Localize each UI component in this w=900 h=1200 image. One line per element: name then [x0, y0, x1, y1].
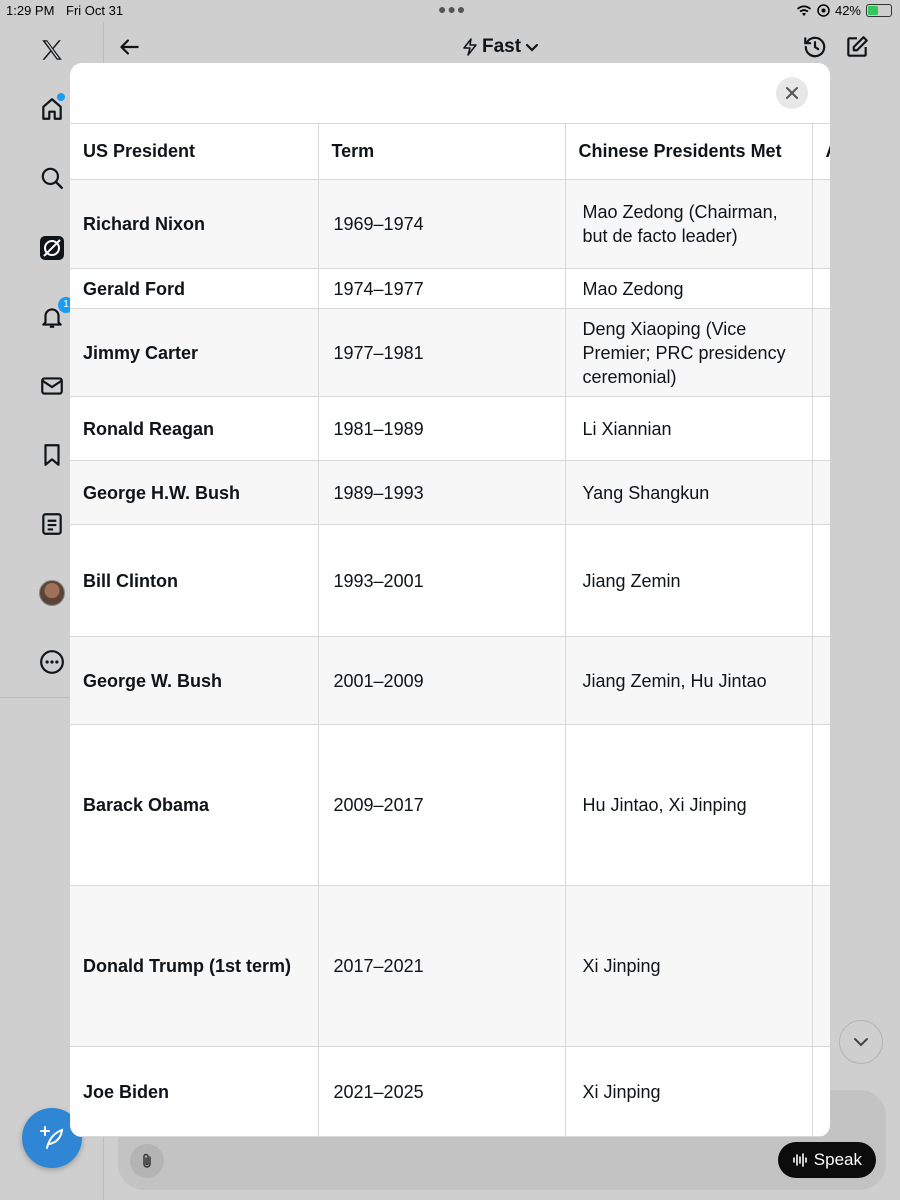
met-cell: Hu Jintao, Xi Jinping	[564, 724, 813, 886]
term-cell: 1974–1977	[317, 268, 566, 309]
extra-cell	[811, 524, 830, 637]
table-header-row: US President Term Chinese Presidents Met…	[70, 123, 830, 180]
more-icon[interactable]	[34, 644, 70, 680]
met-cell: Jiang Zemin	[564, 524, 813, 637]
model-mode-selector[interactable]: Fast	[462, 36, 539, 58]
focus-icon	[817, 4, 830, 17]
scroll-down-button[interactable]	[839, 1020, 883, 1064]
extra-cell	[811, 724, 830, 886]
attach-button[interactable]	[130, 1144, 164, 1178]
status-bar: 1:29 PM Fri Oct 31 ●●● 42%	[0, 0, 900, 22]
extra-cell	[811, 885, 830, 1047]
term-cell: 2017–2021	[317, 885, 566, 1047]
bookmark-icon[interactable]	[34, 437, 70, 473]
met-cell: Mao Zedong (Chairman, but de facto leade…	[564, 179, 813, 269]
profile-avatar[interactable]	[34, 575, 70, 611]
battery-icon	[866, 4, 892, 17]
search-icon[interactable]	[34, 160, 70, 196]
bell-icon[interactable]: 1	[34, 297, 74, 335]
term-cell: 1969–1974	[317, 179, 566, 269]
table-row: Jimmy Carter 1977–1981 Deng Xiaoping (Vi…	[70, 308, 830, 397]
term-cell: 2001–2009	[317, 636, 566, 725]
president-cell: Gerald Ford	[70, 268, 319, 309]
president-cell: Donald Trump (1st term)	[70, 885, 319, 1047]
term-cell: 1993–2001	[317, 524, 566, 637]
list-icon[interactable]	[34, 506, 70, 542]
table-row: George W. Bush 2001–2009 Jiang Zemin, Hu…	[70, 636, 830, 725]
met-cell: Xi Jinping	[564, 885, 813, 1047]
met-cell: Yang Shangkun	[564, 460, 813, 525]
feather-plus-icon	[40, 1126, 64, 1149]
extra-cell	[811, 396, 830, 461]
president-cell: Ronald Reagan	[70, 396, 319, 461]
presidents-table: US President Term Chinese Presidents Met…	[70, 123, 830, 1137]
met-cell: Deng Xiaoping (Vice Premier; PRC preside…	[564, 308, 813, 397]
chevron-down-icon	[854, 1038, 868, 1047]
waveform-icon	[792, 1153, 807, 1167]
table-row: Donald Trump (1st term) 2017–2021 Xi Jin…	[70, 885, 830, 1047]
table-row: Barack Obama 2009–2017 Hu Jintao, Xi Jin…	[70, 724, 830, 886]
column-header-truncated: A	[811, 123, 830, 180]
table-row: Joe Biden 2021–2025 Xi Jinping	[70, 1046, 830, 1137]
back-arrow-icon[interactable]	[116, 34, 142, 65]
extra-cell	[811, 179, 830, 269]
lightning-icon	[463, 38, 477, 56]
president-cell: Richard Nixon	[70, 179, 319, 269]
table-scroll-area[interactable]: US President Term Chinese Presidents Met…	[70, 123, 830, 1137]
president-cell: Bill Clinton	[70, 524, 319, 637]
term-cell: 2021–2025	[317, 1046, 566, 1137]
multitasking-dots-icon[interactable]: ●●●	[438, 1, 466, 17]
column-header: Term	[317, 123, 566, 180]
speak-label: Speak	[813, 1150, 862, 1169]
met-cell: Xi Jinping	[564, 1046, 813, 1137]
column-header: US President	[70, 123, 319, 180]
extra-cell	[811, 636, 830, 725]
extra-cell	[811, 268, 830, 309]
home-badge-dot	[57, 93, 65, 101]
battery-percent: 42%	[834, 3, 861, 18]
table-row: Bill Clinton 1993–2001 Jiang Zemin	[70, 524, 830, 637]
met-cell: Mao Zedong	[564, 268, 813, 309]
term-cell: 1989–1993	[317, 460, 566, 525]
home-icon[interactable]	[34, 91, 70, 127]
president-cell: Joe Biden	[70, 1046, 319, 1137]
table-row: Richard Nixon 1969–1974 Mao Zedong (Chai…	[70, 179, 830, 269]
status-time: 1:29 PM	[6, 3, 55, 18]
paperclip-icon	[143, 1153, 151, 1168]
term-cell: 1981–1989	[317, 396, 566, 461]
met-cell: Li Xiannian	[564, 396, 813, 461]
extra-cell	[811, 1046, 830, 1137]
avatar	[39, 580, 65, 606]
extra-cell	[811, 460, 830, 525]
met-cell: Jiang Zemin, Hu Jintao	[564, 636, 813, 725]
president-cell: George W. Bush	[70, 636, 319, 725]
compose-icon[interactable]	[844, 34, 870, 65]
term-cell: 2009–2017	[317, 724, 566, 886]
status-date: Fri Oct 31	[66, 3, 124, 18]
extra-cell	[811, 308, 830, 397]
president-cell: Barack Obama	[70, 724, 319, 886]
table-row: George H.W. Bush 1989–1993 Yang Shangkun	[70, 460, 830, 525]
chevron-down-icon	[525, 43, 539, 52]
wifi-icon	[796, 5, 811, 16]
speak-button[interactable]: Speak	[777, 1142, 876, 1178]
mail-icon[interactable]	[34, 368, 70, 404]
table-modal: US President Term Chinese Presidents Met…	[70, 63, 830, 1137]
term-cell: 1977–1981	[317, 308, 566, 397]
mode-label: Fast	[482, 36, 522, 57]
history-icon[interactable]	[802, 34, 828, 65]
table-row: Ronald Reagan 1981–1989 Li Xiannian	[70, 396, 830, 461]
grok-icon[interactable]	[34, 230, 70, 266]
close-icon	[786, 87, 798, 99]
x-logo-icon[interactable]	[34, 32, 70, 68]
close-button[interactable]	[776, 77, 808, 109]
column-header: Chinese Presidents Met	[564, 123, 813, 180]
president-cell: George H.W. Bush	[70, 460, 319, 525]
president-cell: Jimmy Carter	[70, 308, 319, 397]
table-row: Gerald Ford 1974–1977 Mao Zedong	[70, 268, 830, 309]
